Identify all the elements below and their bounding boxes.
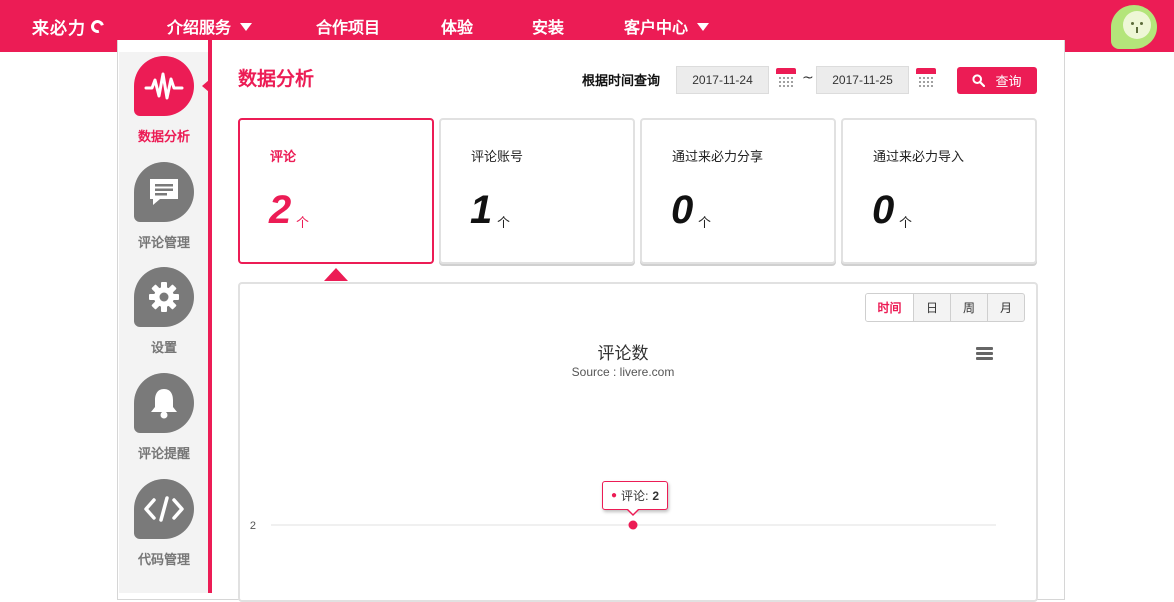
date-from-input[interactable]: 2017-11-24 — [676, 66, 769, 94]
stat-card-imports[interactable]: 通过来必力导入 0 个 — [841, 118, 1037, 264]
caret-down-icon — [240, 23, 253, 31]
avatar[interactable] — [1111, 5, 1157, 49]
sidebar-item-label: 设置 — [150, 341, 177, 356]
logo[interactable]: 来必力 — [32, 14, 107, 39]
chart-plot: 2 — [250, 520, 996, 532]
sidebar-item-comments[interactable]: 评论管理 — [123, 162, 205, 258]
tooltip-series: 评论 — [621, 489, 646, 503]
calendar-icon[interactable] — [916, 68, 936, 90]
date-to-input[interactable]: 2017-11-25 — [816, 66, 909, 94]
nav-item-partners[interactable]: 合作项目 — [316, 14, 380, 38]
caret-down-icon — [697, 23, 710, 31]
data-point — [628, 520, 638, 530]
tooltip-value: 2 — [652, 488, 660, 503]
stat-label: 评论账号 — [471, 150, 524, 165]
sidebar-item-code[interactable]: 代码管理 — [123, 479, 205, 575]
comment-icon — [134, 162, 194, 222]
nav-item-label: 客户中心 — [624, 18, 689, 37]
tab-month[interactable]: 月 — [987, 294, 1024, 321]
search-button-label: 查询 — [995, 75, 1022, 90]
series-dot-icon: ● — [611, 490, 618, 501]
stat-unit: 个 — [899, 216, 913, 231]
pulse-icon — [134, 56, 194, 116]
gear-icon — [134, 267, 194, 327]
sidebar-item-analytics[interactable]: 数据分析 — [123, 56, 205, 152]
avatar-face-icon — [1123, 11, 1151, 39]
chart-tooltip: ● 评论: 2 — [602, 481, 669, 510]
tab-time[interactable]: 时间 — [866, 294, 913, 321]
nav-item-install[interactable]: 安装 — [532, 14, 564, 38]
page-title: 数据分析 — [238, 68, 315, 90]
active-card-pointer — [324, 268, 348, 281]
code-icon — [134, 479, 194, 539]
stat-label: 通过来必力分享 — [672, 150, 764, 165]
sidebar-item-label: 数据分析 — [137, 130, 190, 145]
logo-ring-icon — [88, 17, 107, 35]
nav-item-label: 合作项目 — [316, 18, 381, 37]
stat-unit: 个 — [497, 216, 511, 231]
calendar-icon[interactable] — [776, 68, 796, 90]
stat-card-shares[interactable]: 通过来必力分享 0 个 — [640, 118, 836, 264]
search-button[interactable]: 查询 — [957, 67, 1037, 94]
bell-icon — [134, 373, 194, 433]
sidebar-divider — [208, 40, 212, 593]
sidebar-item-notifications[interactable]: 评论提醒 — [123, 373, 205, 469]
tab-week[interactable]: 周 — [950, 294, 987, 321]
stat-value: 1 — [470, 188, 493, 232]
sidebar-item-label: 评论管理 — [137, 236, 190, 251]
nav-item-label: 介绍服务 — [167, 18, 232, 37]
chart-menu-icon[interactable] — [976, 346, 994, 360]
stat-unit: 个 — [698, 216, 712, 231]
stat-value: 0 — [872, 188, 895, 232]
stat-label: 通过来必力导入 — [873, 150, 965, 165]
stat-value: 0 — [671, 188, 694, 232]
sidebar-item-label: 评论提醒 — [137, 447, 190, 462]
period-tabs: 时间 日 周 月 — [865, 293, 1025, 322]
date-range-separator: ~ — [802, 70, 814, 86]
stat-label: 评论 — [270, 150, 297, 165]
sidebar-item-label: 代码管理 — [137, 553, 190, 568]
chart-subtitle: Source : livere.com — [571, 365, 675, 379]
y-tick-label: 2 — [250, 520, 256, 532]
tab-day[interactable]: 日 — [913, 294, 950, 321]
tooltip-tail-inner — [627, 508, 639, 514]
stat-card-comments[interactable]: 评论 2 个 — [238, 118, 434, 264]
nav-item-experience[interactable]: 体验 — [441, 14, 473, 38]
stat-card-accounts[interactable]: 评论账号 1 个 — [439, 118, 635, 264]
logo-text: 来必力 — [32, 18, 86, 39]
nav-item-customer-center[interactable]: 客户中心 — [624, 14, 710, 38]
search-icon — [972, 74, 986, 87]
sidebar-item-settings[interactable]: 设置 — [123, 267, 205, 363]
nav-item-label: 体验 — [441, 18, 474, 37]
stat-unit: 个 — [296, 216, 310, 231]
nav-item-label: 安装 — [532, 18, 565, 37]
nav-item-intro[interactable]: 介绍服务 — [167, 14, 253, 38]
stat-value: 2 — [269, 188, 292, 232]
chart-title: 评论数 — [597, 344, 649, 364]
date-query-label: 根据时间查询 — [582, 74, 661, 89]
